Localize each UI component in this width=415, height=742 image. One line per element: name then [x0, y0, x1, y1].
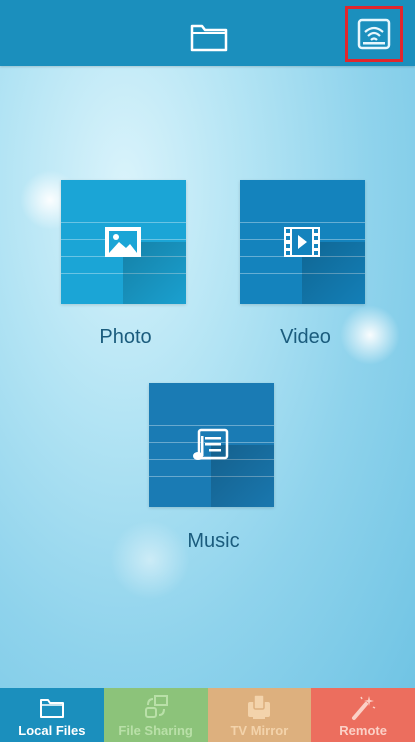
tab-remote[interactable]: Remote — [311, 688, 415, 742]
tab-local-files[interactable]: Local Files — [0, 688, 104, 742]
video-tile[interactable] — [240, 180, 365, 304]
photo-icon — [105, 227, 141, 257]
music-icon — [193, 428, 229, 460]
top-nav-bar — [0, 0, 415, 66]
tab-file-sharing[interactable]: File Sharing — [103, 688, 208, 742]
tab-label: File Sharing — [118, 723, 193, 738]
tab-tv-mirror[interactable]: TV Mirror — [207, 688, 312, 742]
photo-label: Photo — [99, 326, 152, 348]
tab-label: Local Files — [18, 723, 86, 738]
wifi-cast-button[interactable] — [345, 6, 403, 62]
tab-label: TV Mirror — [230, 723, 289, 738]
tab-label: Remote — [339, 723, 387, 738]
video-icon — [284, 227, 320, 257]
mirror-icon — [248, 694, 271, 719]
share-icon — [144, 695, 168, 718]
remote-wand-icon — [352, 696, 376, 720]
bottom-tab-bar: Local Files File Sharing TV Mirror Remot… — [0, 688, 415, 742]
music-tile[interactable] — [149, 383, 274, 507]
app-screen: Photo Video Music Local Files File Shari… — [0, 0, 415, 742]
photo-tile[interactable] — [61, 180, 186, 304]
folder-icon — [190, 24, 228, 52]
music-label: Music — [187, 530, 240, 552]
folder-icon — [39, 699, 64, 718]
video-label: Video — [280, 326, 331, 348]
wifi-cast-icon — [357, 18, 391, 50]
